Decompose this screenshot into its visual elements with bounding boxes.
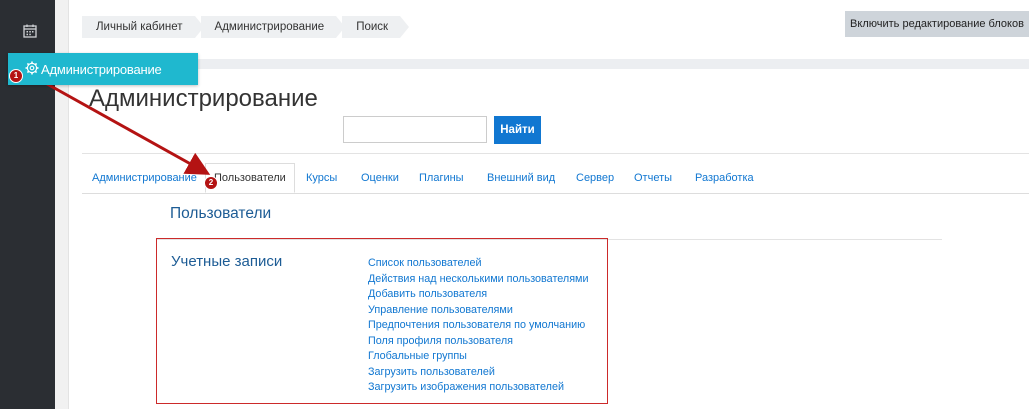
tab-users[interactable]: Пользователи: [205, 163, 295, 193]
breadcrumb-item-dashboard[interactable]: Личный кабинет: [82, 16, 204, 38]
breadcrumb-item-search[interactable]: Поиск: [342, 16, 409, 38]
link-user-default-preferences[interactable]: Предпочтения пользователя по умолчанию: [368, 318, 589, 334]
link-cohorts[interactable]: Глобальные группы: [368, 349, 589, 365]
link-upload-users[interactable]: Загрузить пользователей: [368, 365, 589, 381]
link-add-user[interactable]: Добавить пользователя: [368, 287, 589, 303]
sidebar-admin-menu-item[interactable]: Администрирование: [8, 53, 198, 85]
link-manage-users[interactable]: Управление пользователями: [368, 303, 589, 319]
tab-server[interactable]: Сервер: [576, 163, 614, 193]
breadcrumb-item-administration[interactable]: Администрирование: [200, 16, 345, 38]
tab-appearance[interactable]: Внешний вид: [487, 163, 555, 193]
accounts-links: Список пользователей Действия над нескол…: [368, 256, 589, 396]
calendar-icon[interactable]: [23, 24, 37, 38]
tab-development[interactable]: Разработка: [695, 163, 754, 193]
annotation-marker-2: 2: [204, 176, 218, 190]
tabs-top-divider: [82, 153, 1029, 154]
tab-courses[interactable]: Курсы: [306, 163, 337, 193]
tabs-bottom-divider: [82, 193, 1029, 194]
tab-reports[interactable]: Отчеты: [634, 163, 672, 193]
page-title: Администрирование: [89, 85, 318, 112]
sidebar-admin-label: Администрирование: [41, 62, 162, 77]
link-bulk-user-actions[interactable]: Действия над несколькими пользователями: [368, 272, 589, 288]
section-title: Пользователи: [170, 205, 272, 222]
tab-administration[interactable]: Администрирование: [92, 163, 197, 193]
gear-icon: [25, 61, 39, 75]
admin-search-input[interactable]: [343, 116, 487, 143]
link-user-profile-fields[interactable]: Поля профиля пользователя: [368, 334, 589, 350]
header-divider: [69, 59, 1029, 69]
search-button[interactable]: Найти: [494, 116, 541, 144]
enable-block-editing-button[interactable]: Включить редактирование блоков: [845, 11, 1029, 37]
link-user-list[interactable]: Список пользователей: [368, 256, 589, 272]
tab-plugins[interactable]: Плагины: [419, 163, 464, 193]
accounts-heading: Учетные записи: [171, 253, 283, 270]
link-upload-user-pictures[interactable]: Загрузить изображения пользователей: [368, 380, 589, 396]
annotation-marker-1: 1: [9, 69, 23, 83]
tab-grades[interactable]: Оценки: [361, 163, 399, 193]
breadcrumb: Личный кабинет Администрирование Поиск: [82, 16, 409, 38]
